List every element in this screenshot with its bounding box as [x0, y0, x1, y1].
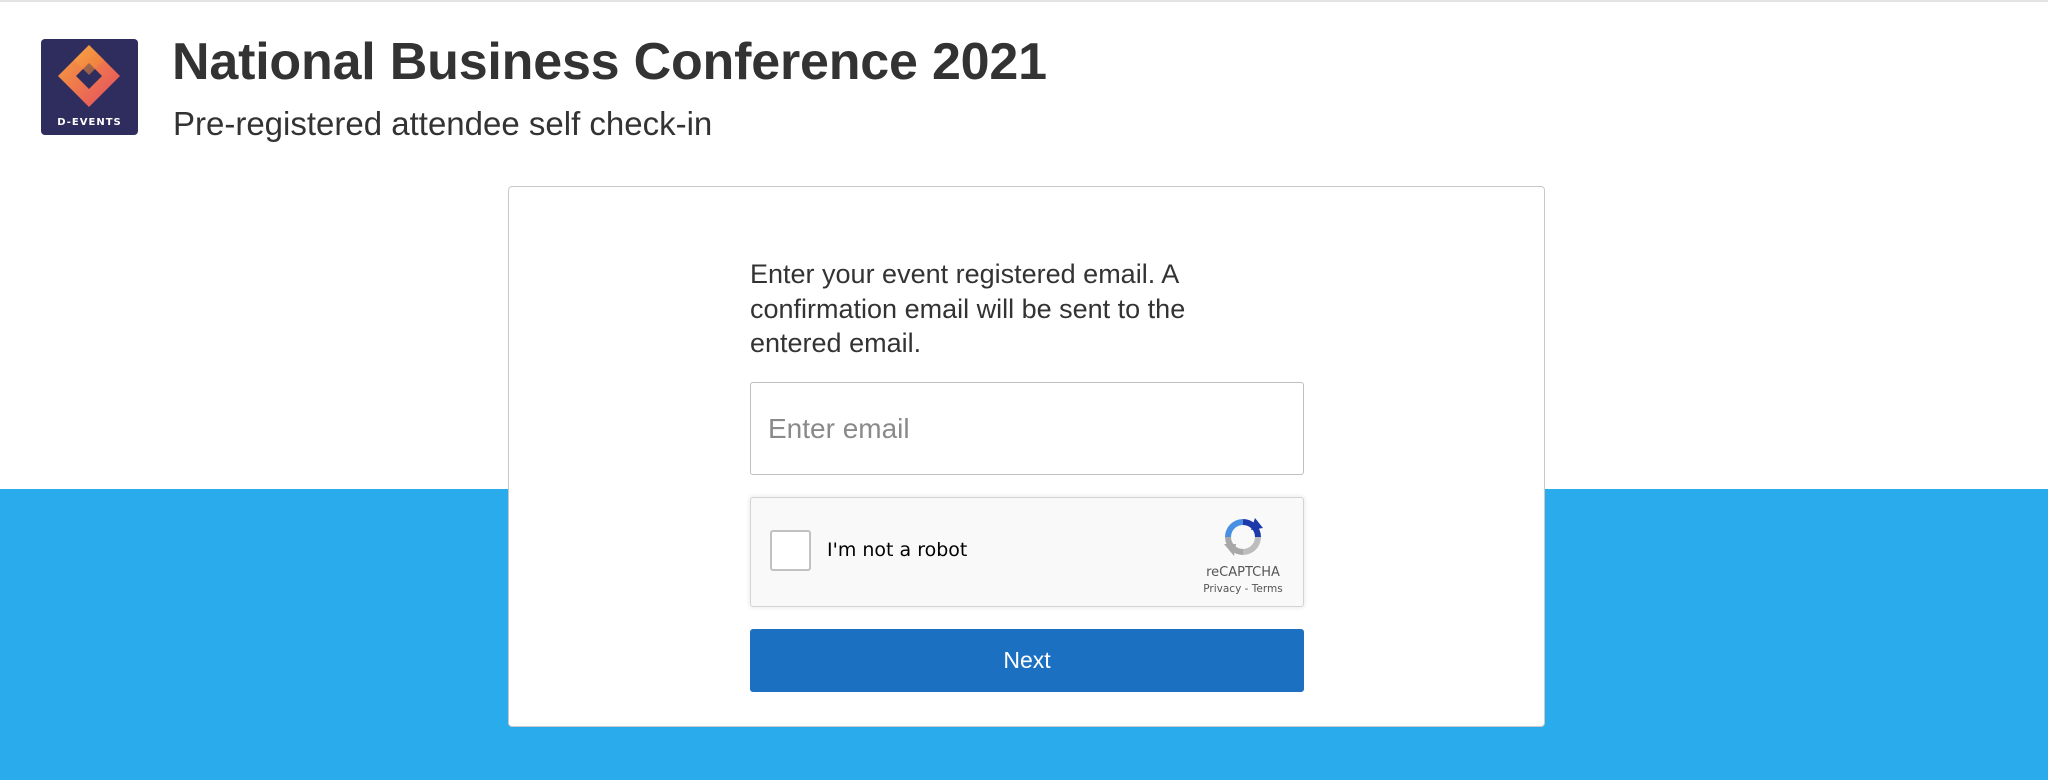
- recaptcha-brand: reCAPTCHA: [1206, 565, 1280, 580]
- next-button[interactable]: Next: [750, 629, 1304, 692]
- recaptcha-links: Privacy - Terms: [1175, 583, 1311, 595]
- captcha-checkbox[interactable]: [770, 530, 811, 571]
- check-in-card: Enter your event registered email. A con…: [508, 186, 1545, 727]
- privacy-link[interactable]: Privacy: [1203, 583, 1241, 595]
- captcha-label: I'm not a robot: [827, 539, 968, 561]
- instructions-text: Enter your event registered email. A con…: [750, 259, 1186, 358]
- email-input[interactable]: [750, 382, 1304, 475]
- logo-text: D-EVENTS: [57, 117, 122, 128]
- links-separator: -: [1244, 583, 1249, 595]
- page-title: National Business Conference 2021: [172, 33, 1047, 91]
- page-subtitle: Pre-registered attendee self check-in: [173, 105, 713, 142]
- recaptcha-widget: I'm not a robot reCAPTCHA Privacy - Term…: [750, 497, 1304, 607]
- d-events-logo: D-EVENTS: [41, 39, 138, 135]
- recaptcha-icon: [1224, 518, 1263, 556]
- terms-link[interactable]: Terms: [1252, 583, 1283, 595]
- top-divider: [0, 0, 2048, 2]
